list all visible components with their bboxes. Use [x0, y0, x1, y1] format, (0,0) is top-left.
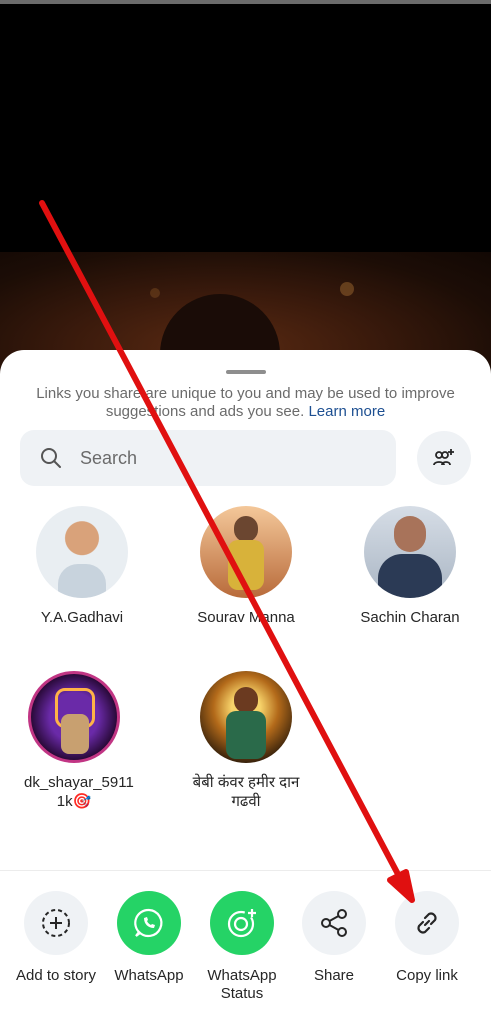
contact-name: dk_shayar_5911 1k🎯 — [24, 774, 134, 810]
action-label: WhatsApp — [114, 967, 184, 984]
add-story-icon — [42, 909, 70, 937]
action-label: WhatsApp Status — [207, 967, 277, 1002]
contact-item[interactable]: dk_shayar_5911 1k🎯 — [0, 671, 149, 811]
avatar — [36, 506, 128, 598]
search-input[interactable]: Search — [20, 430, 396, 486]
share-button[interactable]: Share — [289, 891, 379, 985]
search-icon — [41, 448, 61, 468]
whatsapp-button[interactable]: WhatsApp — [104, 891, 194, 985]
avatar — [28, 671, 120, 763]
contact-name: Sachin Charan — [360, 609, 460, 626]
avatar — [364, 506, 456, 598]
contact-item[interactable]: Sachin Charan — [335, 506, 485, 627]
drag-handle[interactable] — [226, 370, 266, 374]
search-placeholder: Search — [80, 448, 138, 468]
action-label: Add to story — [15, 967, 97, 984]
notice-text: Links you share are unique to you and ma… — [36, 385, 455, 420]
share-icon — [321, 909, 347, 937]
contact-name: Sourav Manna — [197, 609, 295, 626]
link-icon — [417, 912, 437, 934]
share-notice: Links you share are unique to you and ma… — [20, 385, 471, 421]
add-to-story-button[interactable]: Add to story — [11, 891, 101, 985]
avatar — [200, 671, 292, 763]
share-actions-bar: Add to story WhatsApp WhatsApp Status Sh… — [0, 870, 491, 1024]
avatar — [200, 506, 292, 598]
whatsapp-status-button[interactable]: WhatsApp Status — [197, 891, 287, 1003]
contact-name: Y.A.Gadhavi — [40, 609, 124, 626]
share-sheet: Links you share are unique to you and ma… — [0, 350, 491, 1024]
contact-item[interactable]: बेबी कंवर हमीर दान गढवी — [171, 671, 321, 811]
contact-item[interactable]: Sourav Manna — [171, 506, 321, 627]
action-label: Copy link — [396, 967, 458, 984]
video-area — [0, 4, 491, 252]
add-people-button[interactable] — [417, 431, 471, 485]
add-people-icon — [433, 449, 454, 466]
contact-name: बेबी कंवर हमीर दान गढवी — [192, 774, 300, 810]
whatsapp-status-icon — [227, 909, 256, 938]
contact-item[interactable]: Y.A.Gadhavi — [7, 506, 157, 627]
whatsapp-icon — [134, 908, 163, 938]
action-label: Share — [313, 967, 355, 984]
copy-link-button[interactable]: Copy link — [382, 891, 472, 985]
learn-more-link[interactable]: Learn more — [308, 403, 385, 420]
